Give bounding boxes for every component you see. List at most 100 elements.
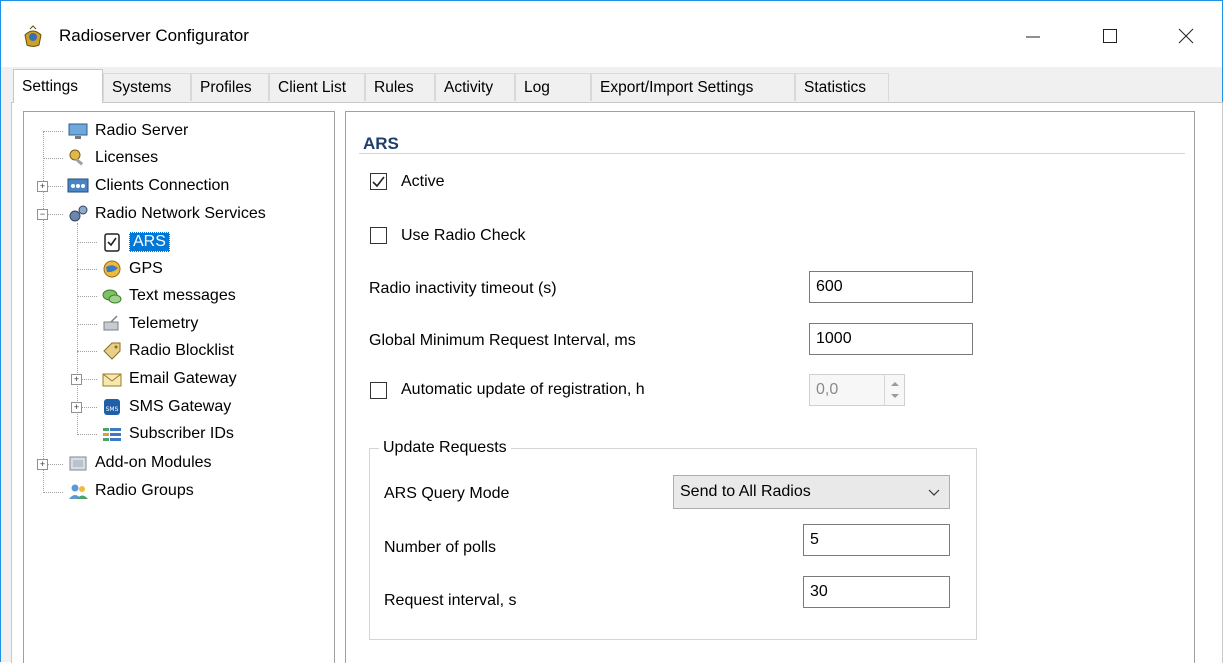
tab-export-import[interactable]: Export/Import Settings xyxy=(591,73,795,101)
chevron-down-icon xyxy=(928,489,940,496)
tree-item-email-gateway[interactable]: Email Gateway xyxy=(101,368,237,390)
tree-item-sms-gateway[interactable]: SMS SMS Gateway xyxy=(101,396,231,418)
app-window: Radioserver Configurator Settings System… xyxy=(0,0,1223,663)
tree-item-label: Radio Network Services xyxy=(95,205,266,222)
tree-connector xyxy=(43,131,63,132)
use-radio-check-label: Use Radio Check xyxy=(401,227,526,244)
section-title: ARS xyxy=(363,134,399,153)
tab-log[interactable]: Log xyxy=(515,73,591,101)
clipboard-check-icon xyxy=(104,233,120,252)
number-of-polls-input[interactable]: 5 xyxy=(803,524,950,556)
tree-item-gps[interactable]: GPS xyxy=(101,258,163,280)
modules-icon xyxy=(69,456,87,471)
close-icon xyxy=(1178,28,1194,44)
tree-item-label: Licenses xyxy=(95,149,159,166)
collapse-toggle[interactable]: − xyxy=(37,209,48,220)
tree-connector xyxy=(47,214,63,215)
tree-connector xyxy=(77,269,97,270)
tree-item-label: Subscriber IDs xyxy=(129,425,234,442)
minimize-button[interactable] xyxy=(1010,19,1056,53)
tree-item-label: Add-on Modules xyxy=(95,454,212,471)
tree-item-label: Telemetry xyxy=(129,315,199,332)
minimize-icon xyxy=(1026,36,1040,38)
radio-inactivity-label: Radio inactivity timeout (s) xyxy=(369,280,557,297)
network-icon xyxy=(67,178,89,193)
radio-inactivity-input[interactable]: 600 xyxy=(809,271,973,303)
close-button[interactable] xyxy=(1163,19,1209,53)
gears-icon xyxy=(69,205,88,222)
request-interval-input[interactable]: 30 xyxy=(803,576,950,608)
tree-connector xyxy=(77,434,97,435)
number-of-polls-label: Number of polls xyxy=(384,539,497,556)
telemetry-icon xyxy=(103,315,119,331)
use-radio-check-checkbox[interactable] xyxy=(370,227,387,244)
spin-arrows-icon xyxy=(891,382,899,398)
users-icon xyxy=(69,484,88,499)
expand-toggle[interactable]: + xyxy=(71,402,82,413)
section-divider xyxy=(359,153,1185,154)
tree-connector xyxy=(47,464,63,465)
tree-item-label: Radio Blocklist xyxy=(129,342,234,359)
tree-item-radio-network-services[interactable]: Radio Network Services xyxy=(67,203,266,225)
ars-query-mode-select[interactable]: Send to All Radios xyxy=(673,475,950,509)
sms-icon: SMS xyxy=(104,399,120,415)
tree-connector xyxy=(77,324,97,325)
tree-item-add-on-modules[interactable]: Add-on Modules xyxy=(67,452,212,474)
tree-item-label: Clients Connection xyxy=(95,177,230,194)
tree-connector xyxy=(43,492,63,493)
envelope-icon xyxy=(102,373,122,387)
ars-query-mode-label: ARS Query Mode xyxy=(384,485,510,502)
tree-connector xyxy=(81,407,97,408)
tree-item-ars[interactable]: ARS xyxy=(101,231,170,253)
maximize-button[interactable] xyxy=(1087,19,1133,53)
expand-toggle[interactable]: + xyxy=(37,459,48,470)
auto-update-checkbox[interactable] xyxy=(370,382,387,399)
global-min-interval-input[interactable]: 1000 xyxy=(809,323,973,355)
tree-item-label: ARS xyxy=(129,232,170,252)
auto-update-label: Automatic update of registration, h xyxy=(401,381,645,398)
tree-connector xyxy=(77,351,97,352)
tree-item-telemetry[interactable]: Telemetry xyxy=(101,313,198,335)
tab-profiles[interactable]: Profiles xyxy=(191,73,269,101)
tree-item-radio-blocklist[interactable]: Radio Blocklist xyxy=(101,340,234,362)
request-interval-label: Request interval, s xyxy=(384,592,517,609)
tree-item-radio-groups[interactable]: Radio Groups xyxy=(67,480,194,502)
tree-connector xyxy=(81,379,97,380)
tab-rules[interactable]: Rules xyxy=(365,73,435,101)
tree-item-subscriber-ids[interactable]: Subscriber IDs xyxy=(101,423,234,445)
maximize-icon xyxy=(1103,29,1117,43)
auto-update-spinner[interactable] xyxy=(884,374,905,406)
app-icon xyxy=(24,25,42,47)
list-icon xyxy=(103,428,121,441)
active-label: Active xyxy=(401,173,445,190)
tree-connector xyxy=(47,186,63,187)
tree-item-text-messages[interactable]: Text messages xyxy=(101,285,236,307)
tree-item-label: Radio Server xyxy=(95,122,189,139)
tree-connector xyxy=(43,158,63,159)
tree-item-label: Email Gateway xyxy=(129,370,237,387)
expand-toggle[interactable]: + xyxy=(71,374,82,385)
update-requests-title: Update Requests xyxy=(379,439,511,457)
tree-connector xyxy=(77,242,97,243)
tab-settings[interactable]: Settings xyxy=(13,69,103,103)
global-min-interval-label: Global Minimum Request Interval, ms xyxy=(369,332,636,349)
active-checkbox[interactable] xyxy=(370,173,387,190)
tab-statistics[interactable]: Statistics xyxy=(795,73,889,101)
expand-toggle[interactable]: + xyxy=(37,181,48,192)
tree-item-licenses[interactable]: Licenses xyxy=(67,147,158,169)
tree-item-label: GPS xyxy=(129,260,163,277)
tab-activity[interactable]: Activity xyxy=(435,73,515,101)
tree-item-radio-server[interactable]: Radio Server xyxy=(67,120,188,142)
window-title: Radioserver Configurator xyxy=(59,26,249,45)
ars-query-mode-value: Send to All Radios xyxy=(680,483,811,500)
key-icon xyxy=(69,149,84,166)
chat-icon xyxy=(102,289,122,304)
tab-systems[interactable]: Systems xyxy=(103,73,191,101)
tree-item-clients-connection[interactable]: Clients Connection xyxy=(67,175,229,197)
tree-item-label: Text messages xyxy=(129,287,236,304)
tag-icon xyxy=(103,342,121,360)
svg-text:SMS: SMS xyxy=(106,406,119,413)
tab-client-list[interactable]: Client List xyxy=(269,73,365,101)
monitor-icon xyxy=(68,123,88,139)
tree-connector xyxy=(77,296,97,297)
